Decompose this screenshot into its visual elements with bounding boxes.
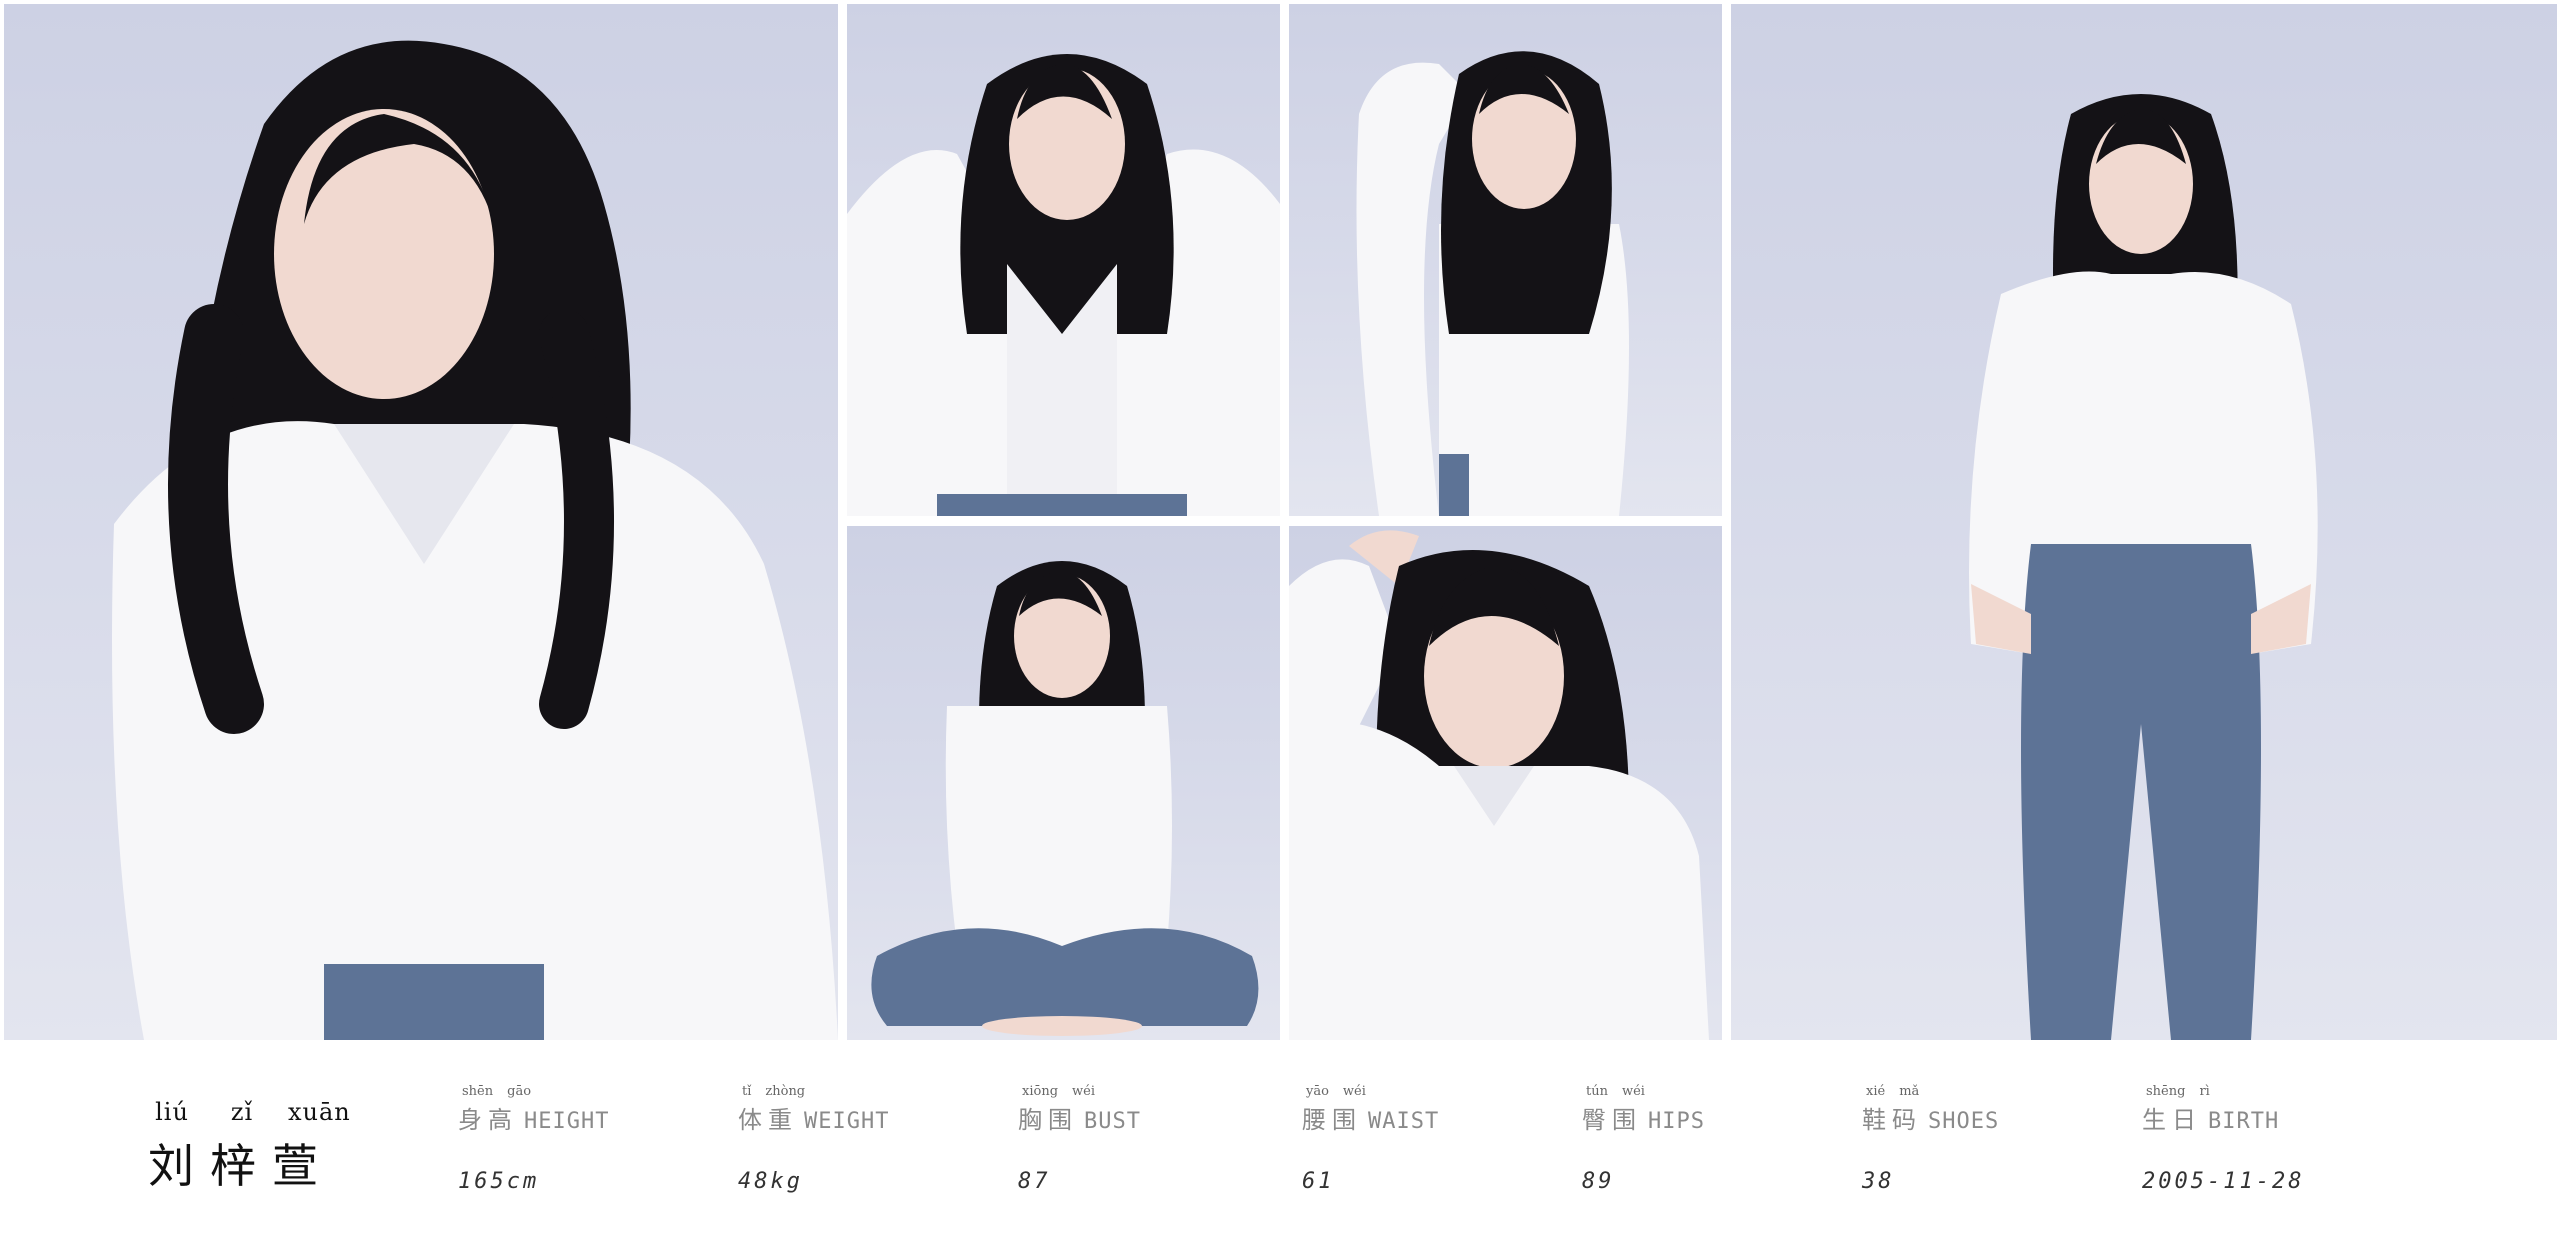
stat-pinyin: tún wéi (1586, 1084, 1645, 1099)
model-figure-illustration (871, 561, 1259, 1036)
photo-close-up-portrait (4, 4, 838, 1040)
stat-label: 胸围 BUST (1018, 1106, 1141, 1134)
model-figure-illustration (847, 54, 1280, 516)
stat-birth: shēng rì 生日 BIRTH 2005-11-28 (2142, 1084, 2372, 1194)
photo-seated-cross-legged (847, 526, 1280, 1040)
stat-pinyin: xiōng wéi (1022, 1084, 1095, 1099)
model-figure-illustration (1356, 51, 1629, 516)
stat-weight: tǐ zhòng 体重 WEIGHT 48kg (738, 1084, 968, 1194)
name-pinyin-syllable: liú (155, 1098, 189, 1126)
stat-pinyin: yāo wéi (1306, 1084, 1366, 1099)
stat-value: 48kg (738, 1169, 803, 1194)
stat-label: 生日 BIRTH (2142, 1106, 2280, 1134)
stat-pinyin: shēng rì (2146, 1084, 2210, 1099)
photo-full-body-standing (1731, 4, 2557, 1040)
stat-pinyin: xié mǎ (1866, 1084, 1920, 1099)
stat-value: 165cm (458, 1169, 540, 1194)
stat-value: 2005-11-28 (2142, 1169, 2305, 1194)
stat-hips: tún wéi 臀围 HIPS 89 (1582, 1084, 1812, 1194)
stat-height: shēn gāo 身高 HEIGHT 165cm (458, 1084, 688, 1194)
profile-info-bar: liú zǐ xuān 刘梓萱 shēn gāo 身高 HEIGHT 165cm t… (0, 1040, 2560, 1240)
model-name-block: liú zǐ xuān 刘梓萱 (148, 1098, 368, 1196)
photo-hand-on-head (1289, 4, 1722, 516)
stat-label: 腰围 WAIST (1302, 1106, 1440, 1134)
photo-hands-in-hair (847, 4, 1280, 516)
model-name: 刘梓萱 (148, 1139, 334, 1193)
name-pinyin: liú zǐ xuān (148, 1098, 368, 1126)
stat-pinyin: tǐ zhòng (742, 1084, 806, 1099)
stat-label: 体重 WEIGHT (738, 1106, 890, 1134)
model-figure-illustration (1969, 94, 2318, 1040)
model-figure-illustration (112, 40, 838, 1040)
stat-waist: yāo wéi 腰围 WAIST 61 (1302, 1084, 1532, 1194)
stat-label: 身高 HEIGHT (458, 1106, 610, 1134)
photo-hand-raised-portrait (1289, 526, 1722, 1040)
stat-label: 臀围 HIPS (1582, 1106, 1705, 1134)
name-pinyin-syllable: xuān (288, 1098, 351, 1126)
stat-value: 38 (1862, 1169, 1895, 1194)
stat-value: 61 (1302, 1169, 1335, 1194)
stat-value: 89 (1582, 1169, 1615, 1194)
stat-label: 鞋码 SHOES (1862, 1106, 2000, 1134)
stat-pinyin: shēn gāo (462, 1084, 532, 1099)
name-pinyin-syllable: zǐ (230, 1098, 254, 1126)
stat-bust: xiōng wéi 胸围 BUST 87 (1018, 1084, 1248, 1194)
stat-value: 87 (1018, 1169, 1051, 1194)
model-figure-illustration (1289, 530, 1709, 1040)
stat-shoes: xié mǎ 鞋码 SHOES 38 (1862, 1084, 2092, 1194)
